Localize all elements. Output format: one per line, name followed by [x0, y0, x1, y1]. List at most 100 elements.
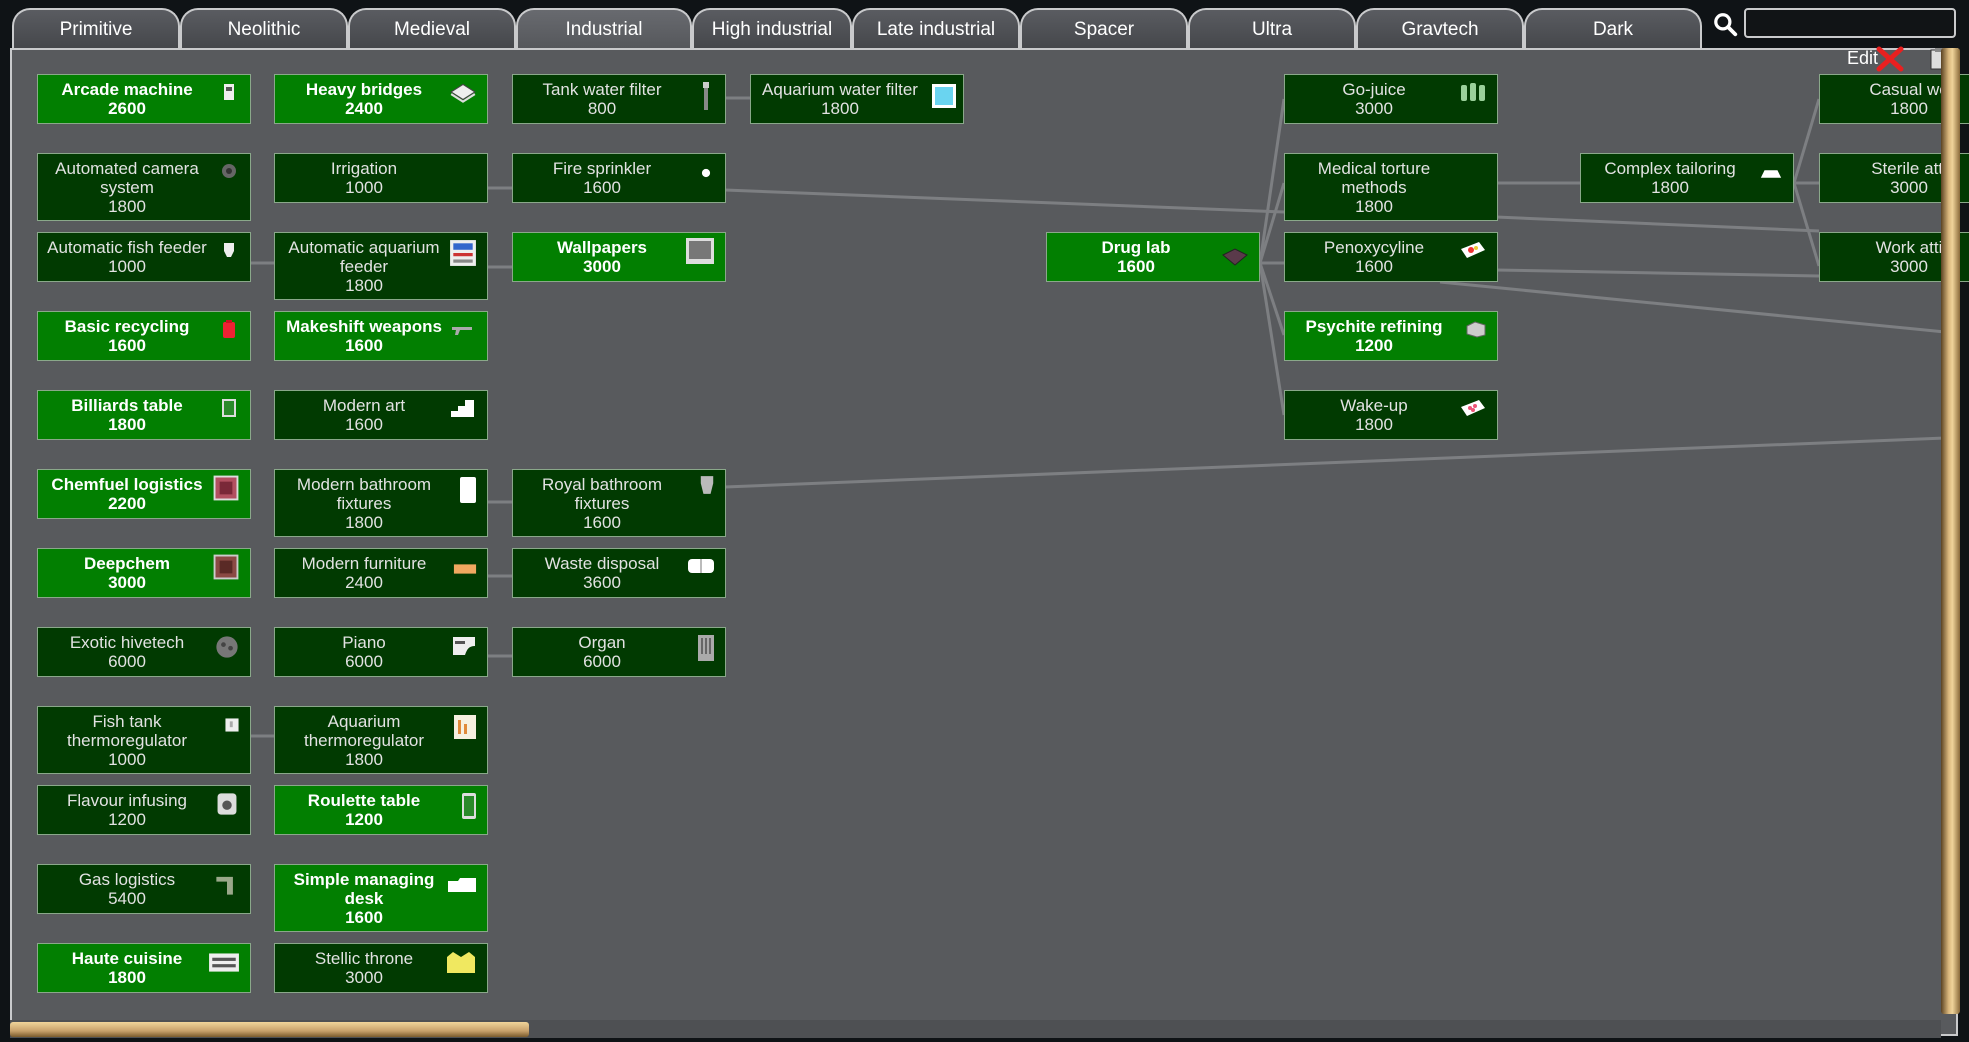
- research-royal-bathroom-fixtures[interactable]: Royal bathroom fixtures 1600: [512, 469, 726, 537]
- research-basic-recycling[interactable]: Basic recycling 1600: [37, 311, 251, 361]
- research-gas-logistics[interactable]: Gas logistics 5400: [37, 864, 251, 914]
- pill-pack-icon: [1461, 400, 1485, 416]
- research-tank-water-filter[interactable]: Tank water filter 800: [512, 74, 726, 124]
- stove-icon: [209, 953, 239, 972]
- research-cost: 2400: [345, 99, 383, 118]
- research-medical-torture-methods[interactable]: Medical torture methods 1800: [1284, 153, 1498, 221]
- research-exotic-hivetech[interactable]: Exotic hivetech 6000: [37, 627, 251, 677]
- research-cost: 1600: [1355, 257, 1393, 276]
- research-cost: 3600: [583, 573, 621, 592]
- research-flavour-infusing[interactable]: Flavour infusing 1200: [37, 785, 251, 835]
- research-go-juice[interactable]: Go-juice 3000: [1284, 74, 1498, 124]
- research-title: Penoxycyline: [1323, 238, 1425, 257]
- research-title: Aquarium thermoregulator: [303, 711, 424, 750]
- research-modern-furniture[interactable]: Modern furniture 2400: [274, 548, 488, 598]
- research-cost: 1800: [345, 512, 383, 532]
- research-stellic-throne[interactable]: Stellic throne 3000: [274, 943, 488, 993]
- tab-industrial[interactable]: Industrial: [516, 8, 692, 48]
- research-modern-bathroom-fixtures[interactable]: Modern bathroom fixtures 1800: [274, 469, 488, 537]
- royal-toilet-icon: [700, 476, 714, 494]
- chemfuel-icon: [213, 475, 239, 501]
- tab-high-industrial[interactable]: High industrial: [692, 8, 852, 48]
- waste-icon: [688, 559, 714, 573]
- research-wallpapers[interactable]: Wallpapers 3000: [512, 232, 726, 282]
- research-title: Medical torture methods: [1317, 158, 1431, 197]
- research-title: Irrigation: [330, 159, 398, 178]
- psychite-icon: [1466, 321, 1486, 338]
- pill-icon: [1461, 242, 1485, 258]
- research-roulette-table[interactable]: Roulette table 1200: [274, 785, 488, 835]
- research-cost: 1000: [345, 178, 383, 197]
- hat-icon: [1760, 170, 1782, 178]
- close-icon[interactable]: [1876, 46, 1904, 72]
- research-psychite-refining[interactable]: Psychite refining 1200: [1284, 311, 1498, 361]
- research-haute-cuisine[interactable]: Haute cuisine 1800: [37, 943, 251, 993]
- research-cost: 2600: [108, 99, 146, 118]
- horizontal-scrollbar-thumb[interactable]: [10, 1022, 529, 1037]
- organ-icon: [698, 635, 714, 661]
- tab-dark[interactable]: Dark: [1524, 8, 1702, 48]
- research-title: Modern art: [322, 396, 406, 415]
- research-title: Basic recycling: [64, 317, 190, 336]
- research-deepchem[interactable]: Deepchem 3000: [37, 548, 251, 598]
- research-cost: 3000: [583, 257, 621, 276]
- research-billiards-table[interactable]: Billiards table 1800: [37, 390, 251, 440]
- sprinkler-icon: [701, 168, 711, 178]
- research-arcade-machine[interactable]: Arcade machine 2600: [37, 74, 251, 124]
- tab-gravtech[interactable]: Gravtech: [1356, 8, 1524, 48]
- research-cost: 1800: [821, 99, 859, 118]
- tab-late-industrial[interactable]: Late industrial: [852, 8, 1020, 48]
- research-cost: 6000: [583, 652, 621, 671]
- search-icon[interactable]: [1712, 11, 1738, 37]
- infuser-icon: [217, 793, 237, 815]
- research-title: Tank water filter: [542, 80, 662, 99]
- research-aquarium-water-filter[interactable]: Aquarium water filter 1800: [750, 74, 964, 124]
- research-cost: 1600: [345, 415, 383, 434]
- tab-spacer[interactable]: Spacer: [1020, 8, 1188, 48]
- bridge-icon: [450, 83, 476, 103]
- piano-icon: [453, 637, 475, 655]
- research-fish-tank-thermoregulator[interactable]: Fish tank thermoregulator 1000: [37, 706, 251, 774]
- tab-medieval[interactable]: Medieval: [348, 8, 516, 48]
- research-cost: 1800: [108, 415, 146, 434]
- research-cost: 1600: [583, 178, 621, 197]
- research-organ[interactable]: Organ 6000: [512, 627, 726, 677]
- recycle-can-icon: [223, 320, 235, 338]
- research-wake-up[interactable]: Wake-up 1800: [1284, 390, 1498, 440]
- research-penoxycyline[interactable]: Penoxycyline 1600: [1284, 232, 1498, 282]
- gun-icon: [452, 327, 472, 335]
- filter-icon: [703, 82, 709, 110]
- tab-ultra[interactable]: Ultra: [1188, 8, 1356, 48]
- research-cost: 3000: [1355, 99, 1393, 118]
- research-automatic-fish-feeder[interactable]: Automatic fish feeder 1000: [37, 232, 251, 282]
- edit-label[interactable]: Edit: [1847, 48, 1878, 69]
- research-heavy-bridges[interactable]: Heavy bridges 2400: [274, 74, 488, 124]
- bathroom-icon: [460, 477, 476, 503]
- research-piano[interactable]: Piano 6000: [274, 627, 488, 677]
- research-irrigation[interactable]: Irrigation 1000: [274, 153, 488, 203]
- research-title: Deepchem: [84, 554, 170, 573]
- research-title: Piano: [342, 633, 386, 652]
- research-chemfuel-logistics[interactable]: Chemfuel logistics 2200: [37, 469, 251, 519]
- research-complex-tailoring[interactable]: Complex tailoring 1800: [1580, 153, 1794, 203]
- research-title: Automatic fish feeder: [47, 238, 207, 257]
- research-waste-disposal[interactable]: Waste disposal 3600: [512, 548, 726, 598]
- furniture-icon: [453, 564, 477, 574]
- tab-neolithic[interactable]: Neolithic: [180, 8, 348, 48]
- research-simple-managing-desk[interactable]: Simple managing desk 1600: [274, 864, 488, 932]
- research-fire-sprinkler[interactable]: Fire sprinkler 1600: [512, 153, 726, 203]
- search-input[interactable]: [1744, 8, 1956, 38]
- research-makeshift-weapons[interactable]: Makeshift weapons 1600: [274, 311, 488, 361]
- research-cost: 1200: [1355, 336, 1393, 355]
- research-modern-art[interactable]: Modern art 1600: [274, 390, 488, 440]
- tab-primitive[interactable]: Primitive: [12, 8, 180, 48]
- research-drug-lab[interactable]: Drug lab 1600: [1046, 232, 1260, 282]
- arcade-icon: [224, 84, 234, 100]
- research-cost: 2400: [345, 573, 383, 592]
- research-automatic-aquarium-feeder[interactable]: Automatic aquarium feeder 1800: [274, 232, 488, 300]
- vertical-scrollbar[interactable]: [1941, 48, 1960, 1014]
- research-aquarium-thermoregulator[interactable]: Aquarium thermoregulator 1800: [274, 706, 488, 774]
- research-cost: 1800: [108, 968, 146, 987]
- research-title: Automated camera system: [55, 158, 199, 197]
- research-automated-camera-system[interactable]: Automated camera system 1800: [37, 153, 251, 221]
